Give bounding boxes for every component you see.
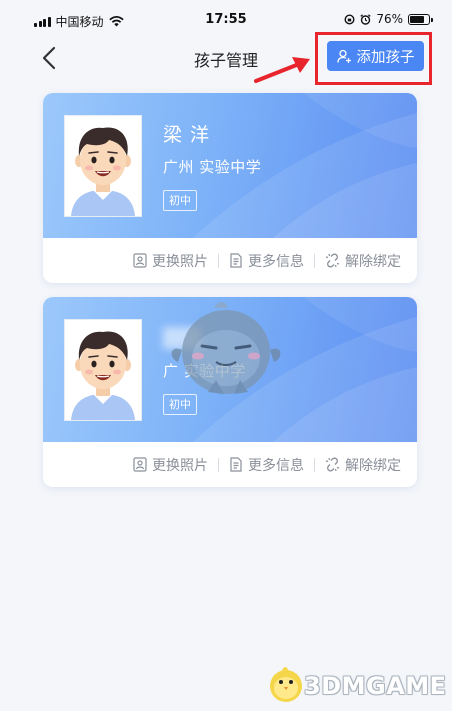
child-photo[interactable] [64,115,142,217]
document-icon [230,457,242,472]
divider [314,253,315,268]
divider [218,253,219,268]
status-right: 76% [344,12,433,26]
change-photo-button[interactable]: 更换照片 [127,455,214,475]
add-child-button[interactable]: 添加孩子 [327,41,424,71]
battery-icon [408,13,433,25]
change-photo-label: 更换照片 [152,457,208,474]
card-actions: 更换照片 更多信息 解除绑定 [43,238,417,283]
unlink-icon [325,253,340,268]
grade-badge: 初中 [163,190,197,211]
more-info-label: 更多信息 [248,253,304,270]
add-child-label: 添加孩子 [356,49,415,66]
unbind-label: 解除绑定 [345,457,401,474]
more-info-button[interactable]: 更多信息 [223,251,310,271]
alarm-icon [360,13,371,25]
child-card-header[interactable]: 梁 洋 广州 实验中学 初中 [43,93,417,238]
divider [218,457,219,472]
battery-percent: 76% [376,12,403,26]
child-name: 梁 洋 [163,124,211,146]
child-school: 广州 实验中学 [163,158,262,176]
divider [314,457,315,472]
unlink-icon [325,457,340,472]
portrait-icon [133,457,147,472]
add-user-icon [336,49,351,63]
unbind-button[interactable]: 解除绑定 [319,251,407,271]
avatar [65,116,141,216]
annotation-arrow-icon [254,57,310,83]
brand-watermark-text: 3DMGAME [304,672,447,700]
mascot-watermark [171,302,281,394]
child-photo[interactable] [64,319,142,421]
change-photo-label: 更换照片 [152,253,208,270]
more-info-label: 更多信息 [248,457,304,474]
document-icon [230,253,242,268]
avatar [65,320,141,420]
orientation-lock-icon [344,13,355,25]
card-actions: 更换照片 更多信息 解除绑定 [43,442,417,487]
unbind-label: 解除绑定 [345,253,401,270]
change-photo-button[interactable]: 更换照片 [127,251,214,271]
portrait-icon [133,253,147,268]
more-info-button[interactable]: 更多信息 [223,455,310,475]
child-card: 梁 洋 广州 实验中学 初中 更换照片 更多信息 解除绑定 [43,93,417,283]
status-bar: 中国移动 17:55 76% [0,0,452,36]
unbind-button[interactable]: 解除绑定 [319,455,407,475]
battery-fill [410,15,424,23]
